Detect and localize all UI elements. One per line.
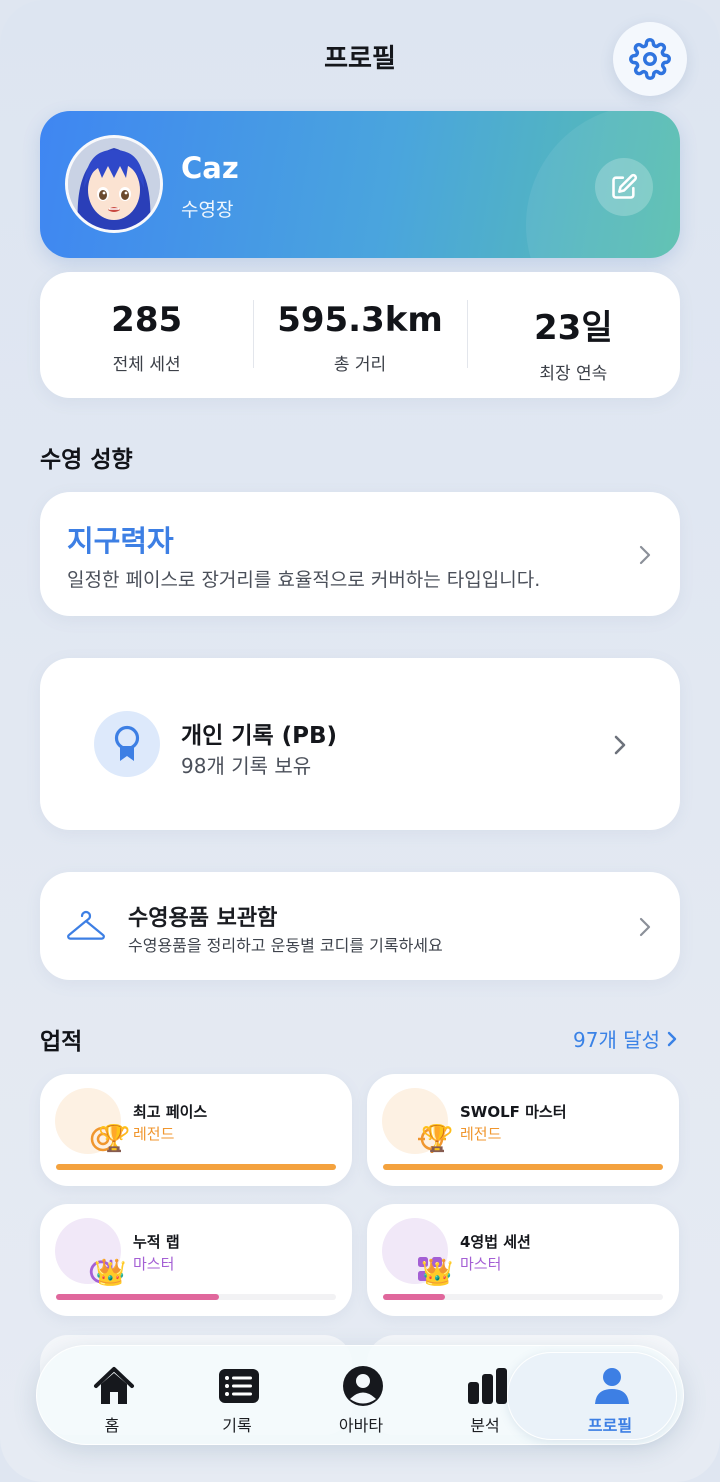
trophy-icon: 🏆 bbox=[421, 1124, 454, 1154]
home-icon bbox=[94, 1367, 134, 1404]
pb-title: 개인 기록 (PB) bbox=[181, 723, 338, 749]
tab-home[interactable]: 홈 bbox=[57, 1346, 167, 1446]
hanger-icon bbox=[67, 910, 105, 940]
tab-avatar[interactable]: 아바타 bbox=[306, 1346, 416, 1446]
chevron-right-icon bbox=[667, 1031, 677, 1046]
anime-avatar-image bbox=[68, 138, 160, 230]
stat-label: 총 거리 bbox=[333, 355, 387, 375]
achievement-card[interactable]: 🏆 최고 페이스 레전드 bbox=[40, 1074, 352, 1186]
chevron-right-icon bbox=[639, 545, 651, 565]
tab-label: 프로필 bbox=[587, 1416, 633, 1435]
tab-label: 분석 bbox=[470, 1416, 500, 1435]
user-name: Caz bbox=[181, 151, 239, 185]
stat-value: 285 bbox=[111, 300, 183, 340]
achievement-name: 4영법 세션 bbox=[460, 1233, 531, 1251]
profile-card: Caz 수영장 bbox=[40, 111, 680, 258]
chevron-right-icon bbox=[639, 917, 651, 937]
stat-longest-streak: 23일 최장 연속 bbox=[466, 272, 680, 398]
tab-label: 기록 bbox=[222, 1416, 252, 1435]
avatar[interactable] bbox=[65, 135, 163, 233]
achievement-progress-bar bbox=[56, 1164, 336, 1170]
crown-icon: 👑 bbox=[421, 1258, 454, 1288]
achievement-progress-bar bbox=[56, 1294, 219, 1300]
list-icon bbox=[219, 1369, 259, 1403]
achievement-tier: 레전드 bbox=[133, 1125, 175, 1143]
edit-icon bbox=[612, 173, 638, 199]
tab-records[interactable]: 기록 bbox=[182, 1346, 292, 1446]
achievements-count-link[interactable]: 97개 달성 bbox=[573, 1024, 678, 1053]
bottom-tab-bar: 홈 기록 아바타 분석 프로필 bbox=[36, 1345, 684, 1445]
stat-value: 595.3km bbox=[277, 300, 443, 340]
edit-profile-button[interactable] bbox=[595, 158, 653, 216]
achievements-count: 97개 달성 bbox=[573, 1028, 661, 1052]
swim-type-card[interactable]: 지구력자 일정한 페이스로 장거리를 효율적으로 커버하는 타입입니다. bbox=[40, 492, 680, 616]
achievement-tier: 마스터 bbox=[133, 1255, 175, 1273]
achievement-card[interactable]: 👑 누적 랩 마스터 bbox=[40, 1204, 352, 1316]
stat-total-sessions: 285 전체 세션 bbox=[40, 272, 253, 398]
achievement-tier: 레전드 bbox=[460, 1125, 502, 1143]
stat-value: 23일 bbox=[534, 308, 613, 348]
achievement-card[interactable]: 🏆 SWOLF 마스터 레전드 bbox=[367, 1074, 679, 1186]
avatar-icon bbox=[343, 1366, 383, 1406]
tab-label: 홈 bbox=[104, 1416, 120, 1435]
user-role: 수영장 bbox=[181, 199, 234, 221]
stat-total-distance: 595.3km 총 거리 bbox=[253, 272, 466, 398]
person-icon bbox=[595, 1368, 629, 1404]
profile-screen: 프로필 Caz 수영장 285 전체 세션 595.3km 총 거리 23일 최… bbox=[0, 0, 720, 1482]
swim-type-description: 일정한 페이스로 장거리를 효율적으로 커버하는 타입입니다. bbox=[67, 569, 541, 591]
achievement-progress-bar bbox=[383, 1164, 663, 1170]
achievement-name: 최고 페이스 bbox=[133, 1103, 208, 1121]
achievement-name: 누적 랩 bbox=[133, 1233, 180, 1251]
achievement-progress-bar bbox=[383, 1294, 445, 1300]
pb-subtitle: 98개 기록 보유 bbox=[181, 754, 312, 778]
achievements-section-title: 업적 bbox=[40, 1029, 83, 1055]
bar-chart-icon bbox=[468, 1368, 507, 1404]
stat-label: 전체 세션 bbox=[112, 355, 181, 375]
gear-title: 수영용품 보관함 bbox=[128, 906, 278, 931]
ribbon-badge-icon bbox=[94, 711, 160, 777]
chevron-right-icon bbox=[614, 735, 626, 755]
tab-analysis[interactable]: 분석 bbox=[430, 1346, 540, 1446]
achievement-name: SWOLF 마스터 bbox=[460, 1103, 567, 1121]
settings-button[interactable] bbox=[613, 22, 687, 96]
swim-type-name: 지구력자 bbox=[67, 524, 174, 558]
swim-style-section-title: 수영 성향 bbox=[40, 447, 133, 473]
achievement-card[interactable]: 👑 4영법 세션 마스터 bbox=[367, 1204, 679, 1316]
personal-best-card[interactable]: 개인 기록 (PB) 98개 기록 보유 bbox=[40, 658, 680, 830]
swim-gear-card[interactable]: 수영용품 보관함 수영용품을 정리하고 운동별 코디를 기록하세요 bbox=[40, 872, 680, 980]
tab-profile[interactable]: 프로필 bbox=[555, 1346, 665, 1446]
gear-icon bbox=[629, 38, 671, 80]
achievement-tier: 마스터 bbox=[460, 1255, 502, 1273]
trophy-icon: 🏆 bbox=[98, 1124, 131, 1154]
stat-label: 최장 연속 bbox=[539, 364, 608, 384]
stats-card: 285 전체 세션 595.3km 총 거리 23일 최장 연속 bbox=[40, 272, 680, 398]
gear-subtitle: 수영용품을 정리하고 운동별 코디를 기록하세요 bbox=[128, 936, 443, 955]
page-title: 프로필 bbox=[324, 44, 396, 74]
crown-icon: 👑 bbox=[94, 1258, 127, 1288]
tab-label: 아바타 bbox=[338, 1416, 384, 1435]
